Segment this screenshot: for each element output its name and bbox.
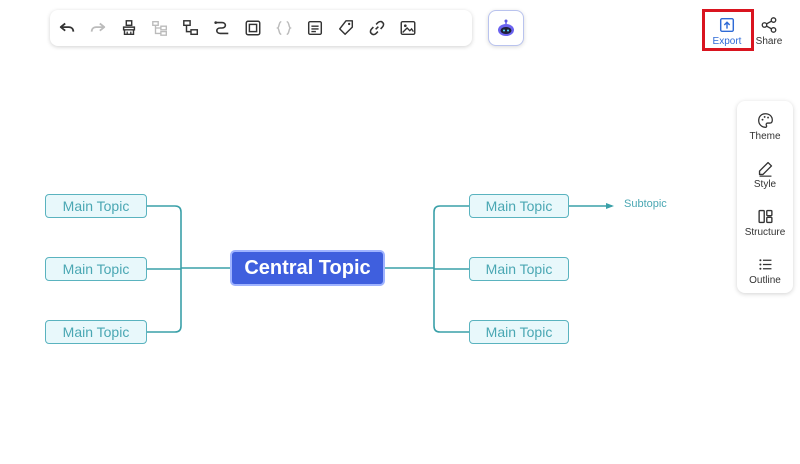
topic-label: Main Topic: [62, 261, 130, 277]
main-topic-right-1[interactable]: Main Topic: [469, 194, 569, 218]
topic-label: Main Topic: [485, 261, 553, 277]
topic-label: Main Topic: [485, 324, 553, 340]
main-topic-right-2[interactable]: Main Topic: [469, 257, 569, 281]
main-topic-left-2[interactable]: Main Topic: [45, 257, 147, 281]
main-topic-left-1[interactable]: Main Topic: [45, 194, 147, 218]
mindmap-connectors: [147, 203, 614, 333]
central-topic[interactable]: Central Topic: [230, 250, 385, 286]
subtopic-label: Subtopic: [624, 198, 667, 210]
main-topic-right-3[interactable]: Main Topic: [469, 320, 569, 344]
topic-label: Main Topic: [62, 198, 130, 214]
main-topic-left-3[interactable]: Main Topic: [45, 320, 147, 344]
central-topic-label: Central Topic: [244, 256, 371, 279]
topic-label: Main Topic: [62, 324, 130, 340]
subtopic[interactable]: Subtopic: [624, 198, 667, 210]
topic-label: Main Topic: [485, 198, 553, 214]
